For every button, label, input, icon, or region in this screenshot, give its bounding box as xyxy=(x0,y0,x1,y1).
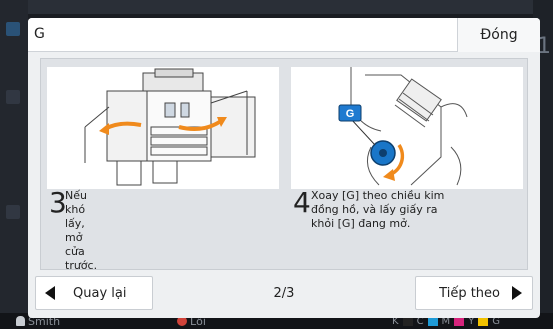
dialog-title: G xyxy=(34,26,45,42)
back-button-label: Quay lại xyxy=(73,285,127,301)
background-status-bar xyxy=(0,0,553,14)
arrow-left-icon xyxy=(45,286,55,300)
g-callout-label: G xyxy=(346,108,355,120)
help-dialog: G Đóng G 3 Nếu khó lấy, mở cửa trước. 4 … xyxy=(28,18,540,318)
step-text: Xoay [G] theo chiều kim đồng hồ, và lấy … xyxy=(311,189,445,230)
next-button[interactable]: Tiếp theo xyxy=(415,276,533,310)
background-sidebar-icon xyxy=(6,22,20,36)
back-button[interactable]: Quay lại xyxy=(35,276,153,310)
page-indicator: 2/3 xyxy=(273,286,295,301)
instruction-area: G 3 Nếu khó lấy, mở cửa trước. 4 Xoay [G… xyxy=(40,58,528,272)
dialog-footer: Quay lại 2/3 Tiếp theo xyxy=(28,272,540,318)
dialog-titlebar: G Đóng xyxy=(28,18,540,52)
illustration-open-front-door xyxy=(47,67,279,189)
ink-swatch-y xyxy=(478,317,489,326)
step-text: Nếu khó lấy, mở cửa trước. xyxy=(65,189,98,272)
rotate-g-knob-image: G xyxy=(338,67,468,186)
background-sidebar-icon xyxy=(6,90,20,104)
illustration-rotate-g: G xyxy=(291,67,523,189)
user-icon xyxy=(16,316,25,326)
background-sidebar-icon xyxy=(6,205,20,219)
ink-swatch-k xyxy=(402,317,413,326)
arrow-right-icon xyxy=(512,286,522,300)
background-sidebar xyxy=(0,0,28,329)
printer-open-door-image xyxy=(84,68,256,186)
ink-swatch-m xyxy=(454,317,465,326)
ink-swatch-c xyxy=(427,317,438,326)
step-number: 4 xyxy=(293,186,311,219)
close-button[interactable]: Đóng xyxy=(457,18,540,52)
next-button-label: Tiếp theo xyxy=(439,285,500,301)
